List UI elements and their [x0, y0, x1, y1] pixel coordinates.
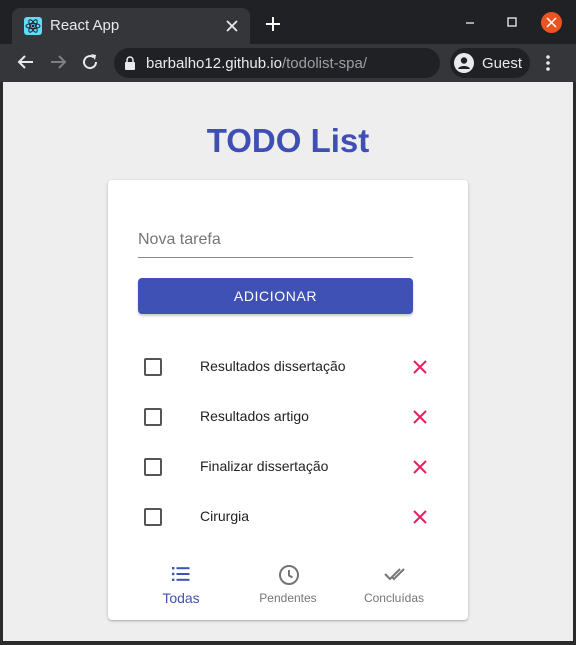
- task-label: Cirurgia: [200, 508, 250, 524]
- task-checkbox[interactable]: [144, 508, 162, 526]
- page-viewport: TODO List ADICIONAR Resultados dissertaç…: [3, 82, 573, 641]
- list-icon: [172, 567, 190, 581]
- maximize-icon[interactable]: [504, 14, 520, 30]
- task-checkbox[interactable]: [144, 358, 162, 376]
- delete-icon[interactable]: [412, 359, 428, 375]
- profile-label: Guest: [482, 55, 523, 72]
- browser-toolbar: barbalho12.github.io/todolist-spa/ Guest: [0, 44, 576, 82]
- address-bar[interactable]: barbalho12.github.io/todolist-spa/: [114, 48, 440, 78]
- filter-label: Pendentes: [259, 591, 317, 605]
- lock-icon: [125, 56, 135, 70]
- clock-icon: [279, 565, 299, 585]
- new-tab-icon[interactable]: [264, 15, 282, 33]
- filter-bottom-nav: Todas Pendentes Concluídas: [108, 558, 468, 614]
- back-arrow-icon[interactable]: [16, 52, 36, 72]
- task-label: Resultados dissertação: [200, 358, 346, 374]
- filter-pending[interactable]: Pendentes: [228, 558, 348, 614]
- todo-card: ADICIONAR Resultados dissertação Resulta…: [108, 180, 468, 620]
- react-logo-icon: [24, 17, 42, 35]
- close-tab-icon[interactable]: [222, 16, 242, 36]
- delete-icon[interactable]: [412, 509, 428, 525]
- window-close-button[interactable]: [541, 12, 562, 33]
- url-text: barbalho12.github.io/todolist-spa/: [146, 55, 367, 72]
- tab-title: React App: [50, 17, 120, 34]
- browser-tab[interactable]: React App: [12, 8, 250, 44]
- filter-done[interactable]: Concluídas: [334, 558, 454, 614]
- task-row: Cirurgia: [108, 492, 468, 542]
- task-checkbox[interactable]: [144, 458, 162, 476]
- task-row: Resultados artigo: [108, 392, 468, 442]
- task-row: Resultados dissertação: [108, 342, 468, 392]
- task-label: Resultados artigo: [200, 408, 309, 424]
- filter-all[interactable]: Todas: [121, 558, 241, 614]
- browser-titlebar: React App: [0, 0, 576, 44]
- profile-button[interactable]: Guest: [450, 48, 530, 78]
- reload-icon[interactable]: [80, 52, 100, 72]
- task-input-wrapper: [138, 224, 413, 258]
- add-task-button[interactable]: ADICIONAR: [138, 278, 413, 314]
- url-path: /todolist-spa/: [281, 55, 367, 72]
- task-input[interactable]: [138, 224, 413, 256]
- forward-arrow-icon[interactable]: [48, 52, 68, 72]
- kebab-menu-icon[interactable]: [545, 53, 551, 73]
- delete-icon[interactable]: [412, 409, 428, 425]
- done-all-icon: [384, 568, 405, 581]
- filter-label: Concluídas: [363, 591, 425, 605]
- task-label: Finalizar dissertação: [200, 458, 329, 474]
- delete-icon[interactable]: [412, 459, 428, 475]
- task-row: Finalizar dissertação: [108, 442, 468, 492]
- task-checkbox[interactable]: [144, 408, 162, 426]
- close-icon: [546, 17, 557, 28]
- avatar-icon: [454, 53, 474, 73]
- url-host: barbalho12.github.io: [146, 55, 282, 72]
- filter-label: Todas: [162, 590, 200, 606]
- minimize-icon[interactable]: [462, 14, 478, 30]
- page-title: TODO List: [206, 122, 370, 159]
